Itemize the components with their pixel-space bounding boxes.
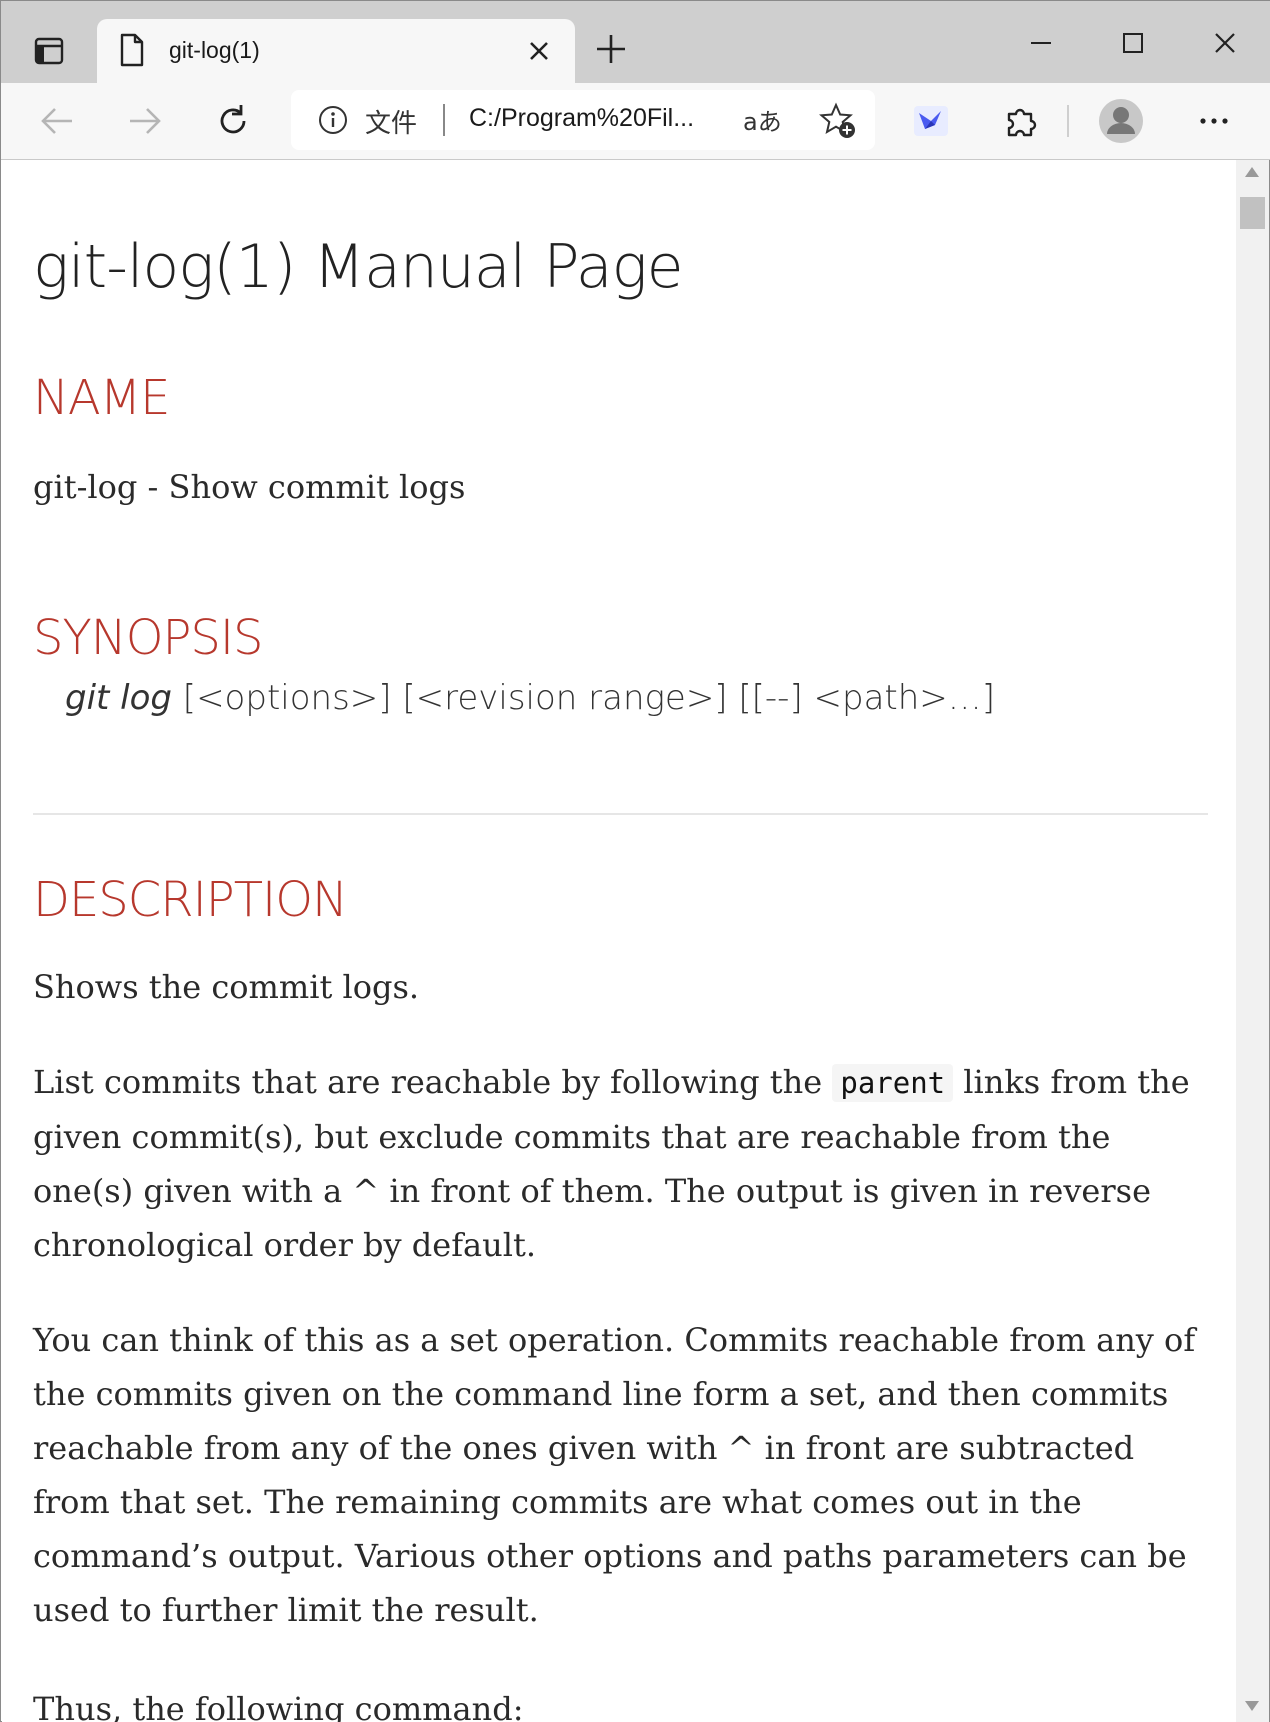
tab-actions-button[interactable] [19,21,79,81]
refresh-icon [220,105,246,134]
section-heading-synopsis: SYNOPSIS [33,610,264,666]
page-icon [120,33,144,67]
puzzle-icon [1007,108,1037,137]
parent-code: parent [832,1064,954,1102]
description-paragraph-4: Thus, the following command: [33,1690,524,1722]
synopsis-line: git log [<options>] [<revision range>] [… [65,678,995,718]
paragraph-2-text-before: List commits that are reachable by follo… [33,1063,833,1101]
read-aloud-button[interactable]: aあ [743,102,782,137]
description-paragraph-1: Shows the commit logs. [33,968,420,1006]
section-heading-description: DESCRIPTION [33,872,348,928]
maximize-icon[interactable] [1105,23,1161,63]
add-favorite-icon[interactable] [819,102,857,140]
toolbar-divider [1067,105,1069,137]
synopsis-command: git log [65,678,172,718]
tab-title: git-log(1) [169,37,260,63]
name-text: git-log - Show commit logs [33,468,466,506]
tab-git-log[interactable]: git-log(1) [97,19,575,83]
vertical-scrollbar[interactable] [1236,160,1269,1722]
description-paragraph-2: List commits that are reachable by follo… [33,1055,1208,1272]
scroll-down-arrow-icon[interactable] [1244,1700,1260,1712]
forward-arrow-icon [130,108,161,134]
section-divider [33,813,1208,815]
address-bar[interactable]: 文件 C:/Program%20Fil... aあ [291,90,875,150]
info-icon[interactable] [317,104,349,136]
synopsis-arguments: [<options>] [<revision range>] [[--] <pa… [172,678,996,718]
window-close-icon[interactable] [1197,23,1253,63]
scroll-up-arrow-icon[interactable] [1244,166,1260,178]
bird-extension-icon [914,106,948,136]
browser-toolbar: 文件 C:/Program%20Fil... aあ [1,83,1270,160]
extension-button[interactable] [907,97,955,145]
page-title: git-log(1) Manual Page [33,232,684,302]
page-viewport[interactable]: git-log(1) Manual Page NAME git-log - Sh… [2,160,1236,1722]
new-tab-icon[interactable] [593,31,629,67]
tab-strip: git-log(1) [1,1,1270,83]
section-heading-name: NAME [33,370,170,426]
minimize-icon[interactable] [1013,23,1069,63]
more-icon [1200,118,1228,124]
back-arrow-icon [41,108,72,134]
extensions-button[interactable] [997,97,1045,145]
forward-button[interactable] [121,97,169,145]
scroll-thumb[interactable] [1240,197,1265,229]
address-separator [443,104,445,136]
tab-actions-icon [34,37,64,65]
profile-button[interactable] [1097,97,1145,145]
address-url[interactable]: C:/Program%20Fil... [469,104,694,133]
back-button[interactable] [33,97,81,145]
close-tab-icon[interactable] [525,37,553,65]
description-paragraph-3: You can think of this as a set operation… [33,1321,1196,1629]
avatar-icon [1099,99,1143,143]
more-menu-button[interactable] [1190,97,1238,145]
address-file-label: 文件 [365,109,418,139]
refresh-button[interactable] [209,97,257,145]
browser-window: git-log(1) 文件 C:/Program%20Fil... aあ git… [0,0,1270,1722]
